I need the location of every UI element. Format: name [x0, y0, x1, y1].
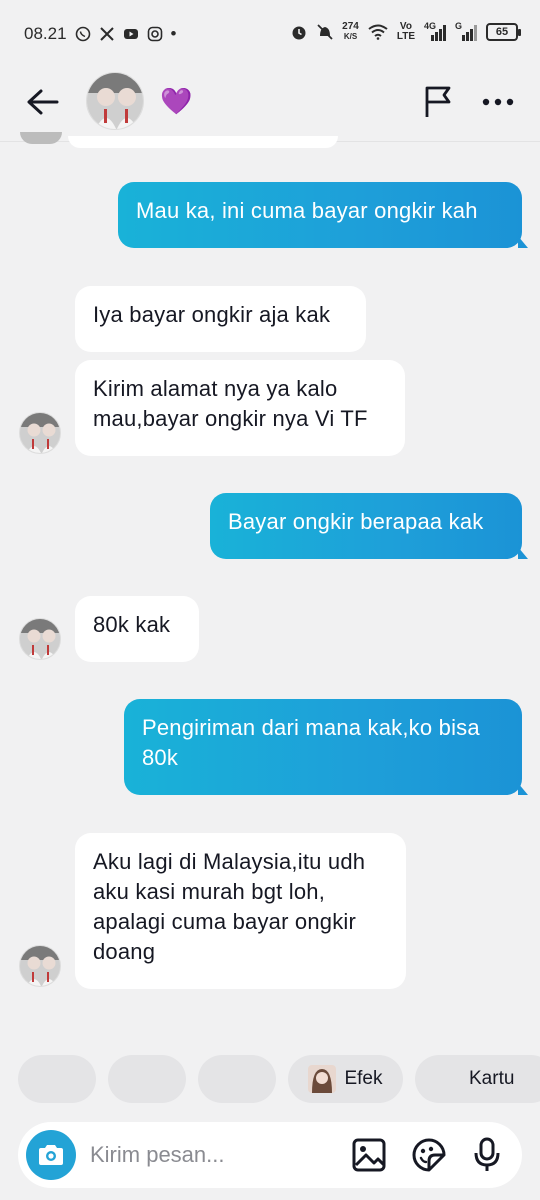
status-left: 08.21 • [24, 24, 177, 44]
signal-bars-2-icon [462, 25, 477, 41]
whatsapp-icon [75, 26, 90, 42]
wifi-icon [368, 24, 388, 40]
message-incoming[interactable]: Kirim alamat nya ya kalo mau,bayar ongki… [75, 360, 405, 456]
net-speed-unit: K/S [343, 32, 358, 41]
instagram-icon [147, 26, 162, 42]
net-speed-value: 274 [342, 21, 359, 32]
avatar-photo [20, 946, 60, 986]
message-outgoing[interactable]: Bayar ongkir berapaa kak [210, 493, 522, 559]
message-input-bar [18, 1122, 522, 1188]
signal-4g: 4G [424, 21, 446, 41]
sender-avatar[interactable] [19, 618, 61, 660]
flag-icon [425, 86, 451, 117]
avatar-photo [20, 619, 60, 659]
back-arrow-icon [27, 89, 59, 115]
status-dot: • [170, 24, 177, 43]
previous-avatar-cutoff [20, 132, 62, 144]
avatar-photo [87, 73, 143, 129]
volte-label: Vo LTE [397, 22, 415, 42]
chat-header: 💜 [0, 70, 540, 142]
back-button[interactable] [22, 82, 62, 122]
avatar-photo [20, 413, 60, 453]
net-speed: 274 K/S [342, 22, 359, 42]
x-twitter-icon [99, 27, 114, 41]
sticker-button[interactable] [410, 1136, 448, 1174]
gallery-button[interactable] [350, 1136, 388, 1174]
cards-chip[interactable]: Kartu [415, 1055, 540, 1103]
message-incoming[interactable]: 80k kak [75, 596, 199, 662]
message-outgoing[interactable]: Pengiriman dari mana kak,ko bisa 80k [124, 699, 522, 795]
signal-g: G [455, 21, 477, 41]
image-icon [352, 1138, 386, 1172]
chip-placeholder-3[interactable] [198, 1055, 276, 1103]
effect-thumbnail [308, 1065, 337, 1093]
more-options-button[interactable] [478, 82, 518, 122]
purple-heart-emoji: 💜 [160, 86, 193, 116]
message-input[interactable] [90, 1132, 330, 1178]
microphone-icon [474, 1137, 500, 1171]
volte-bottom: LTE [396, 31, 415, 42]
alarm-icon [292, 26, 306, 40]
sender-avatar[interactable] [19, 412, 61, 454]
effects-label: Efek [344, 1068, 383, 1089]
camera-icon [39, 1145, 63, 1165]
message-outgoing[interactable]: Mau ka, ini cuma bayar ongkir kah [118, 182, 522, 248]
quick-action-chips: Efek Kartu [0, 1055, 540, 1105]
voice-button[interactable] [468, 1136, 506, 1174]
sender-avatar[interactable] [19, 945, 61, 987]
previous-message-cutoff [68, 136, 338, 148]
status-right: 274 K/S Vo LTE 4G G 65 [290, 21, 521, 42]
chat-messages: Mau ka, ini cuma bayar ongkir kah Iya ba… [0, 132, 540, 1042]
more-dots-icon [482, 98, 514, 106]
message-incoming[interactable]: Aku lagi di Malaysia,itu udh aku kasi mu… [75, 833, 406, 989]
report-flag-button[interactable] [418, 82, 458, 122]
cards-label: Kartu [469, 1068, 515, 1089]
status-time: 08.21 [24, 24, 67, 43]
camera-button[interactable] [26, 1130, 76, 1180]
effects-chip[interactable]: Efek [288, 1055, 403, 1103]
battery-icon: 65 [486, 23, 521, 41]
mute-bell-icon [317, 24, 333, 40]
sticker-emoji-icon [412, 1138, 446, 1172]
battery-level: 65 [495, 26, 509, 38]
youtube-icon [123, 29, 138, 39]
contact-avatar[interactable] [86, 72, 144, 130]
chip-placeholder-1[interactable] [18, 1055, 96, 1103]
message-incoming[interactable]: Iya bayar ongkir aja kak [75, 286, 366, 352]
status-bar: 08.21 • 274 K/S Vo LTE 4G G 65 [0, 0, 540, 70]
signal-bars-icon [431, 25, 446, 41]
chip-placeholder-2[interactable] [108, 1055, 186, 1103]
